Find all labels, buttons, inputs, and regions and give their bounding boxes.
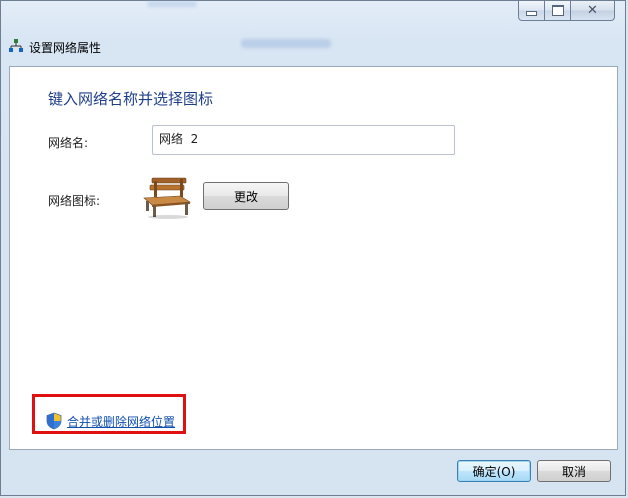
bench-icon — [143, 177, 191, 219]
shield-icon — [46, 412, 62, 430]
minimize-button[interactable] — [518, 1, 545, 21]
cancel-button[interactable]: 取消 — [537, 460, 611, 482]
page-title: 键入网络名称并选择图标 — [48, 90, 214, 108]
close-icon: ✕ — [587, 3, 598, 18]
network-icon — [9, 39, 23, 52]
window-title: 设置网络属性 — [29, 41, 102, 55]
caption-buttons: ✕ — [518, 1, 615, 21]
maximize-icon — [551, 5, 564, 16]
close-button[interactable]: ✕ — [571, 1, 615, 21]
network-name-input[interactable]: 网络 2 — [152, 125, 455, 155]
background-blur — [241, 39, 331, 48]
network-icon-label: 网络图标: — [48, 194, 101, 208]
maximize-button[interactable] — [545, 1, 571, 21]
network-name-label: 网络名: — [48, 136, 89, 150]
minimize-icon — [526, 11, 537, 16]
content-panel: 键入网络名称并选择图标 网络名: 网络 2 网络图标: 更改 合并或删除网络位置 — [9, 66, 618, 450]
merge-delete-link[interactable]: 合并或删除网络位置 — [46, 412, 175, 430]
merge-delete-link-label[interactable]: 合并或删除网络位置 — [67, 413, 175, 430]
ok-button[interactable]: 确定(O) — [457, 460, 531, 482]
background-blur — [147, 1, 197, 7]
dialog-window: ✕ 设置网络属性 键入网络名称并选择图标 网络名: 网络 2 网络图标: 更改 — [0, 0, 626, 496]
change-icon-button[interactable]: 更改 — [203, 182, 289, 210]
